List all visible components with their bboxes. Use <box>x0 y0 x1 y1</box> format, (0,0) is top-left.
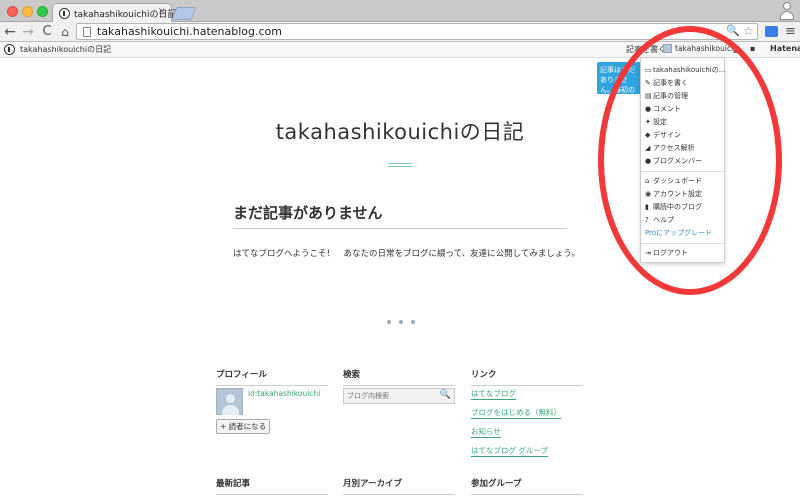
back-button[interactable]: ← <box>2 23 18 41</box>
bookmark-star-icon[interactable]: ☆ <box>743 24 754 38</box>
recent-entries-module: 最新記事 <box>216 477 328 495</box>
home-icon: ⌂ <box>645 177 650 185</box>
menu-item-write[interactable]: ✎ 記事を書く <box>645 78 688 88</box>
header-user-menu[interactable]: takahashikouichi <box>663 44 738 56</box>
groups-module: 参加グループ <box>471 477 583 495</box>
search-icon[interactable]: 🔍 <box>440 390 451 400</box>
logout-icon: ⇥ <box>645 249 651 257</box>
notifications-icon[interactable]: ▪ <box>750 44 755 53</box>
link-item[interactable]: お知らせ <box>471 426 561 438</box>
browser-tab-active[interactable]: takahashikouichiの日記 × <box>52 3 176 23</box>
bookmark-icon: ▮ <box>645 203 649 211</box>
window-minimize-button[interactable] <box>22 6 33 17</box>
menu-item-logout[interactable]: ⇥ ログアウト <box>645 248 688 258</box>
hatena-favicon-icon <box>59 8 70 19</box>
header-username: takahashikouichi <box>675 44 738 53</box>
services-grid-icon[interactable]: ▦ <box>733 45 741 54</box>
comment-icon: ● <box>645 105 652 113</box>
search-module: 検索 🔍 <box>343 368 455 428</box>
chart-icon: ◢ <box>645 144 651 152</box>
subscribe-button[interactable]: + 読者になる <box>216 419 271 434</box>
forward-button[interactable]: → <box>20 23 36 41</box>
menu-item-account[interactable]: ◉ アカウント設定 <box>645 189 702 199</box>
document-icon: ▤ <box>645 92 652 100</box>
profile-module: プロフィール id:takahashikouichi + 読者になる <box>216 368 328 438</box>
menu-item-blog[interactable]: ▭takahashikouichiの... <box>645 65 725 75</box>
profile-avatar[interactable] <box>216 388 243 415</box>
welcome-message: はてなブログへようこそ！ あなたの日常をブログに綴って、友達に公開してみましょう… <box>233 249 580 259</box>
browser-toolbar: ← → C ⌂ takahashikouichi.hatenablog.com … <box>0 22 800 42</box>
section-dots-divider <box>387 320 417 326</box>
first-post-tooltip[interactable]: 記事はまだありません。最初の記事を書いてみましょう <box>597 62 643 94</box>
menu-item-subscriptions[interactable]: ▮ 購読中のブログ <box>645 202 702 212</box>
links-module: リンク はてなブログ ブログをはじめる（無料） お知らせ はてなブログ グループ <box>471 368 583 458</box>
menu-item-manage[interactable]: ▤記事の管理 <box>645 91 688 101</box>
reload-button[interactable]: C <box>39 23 55 41</box>
help-icon: ? <box>645 216 649 224</box>
menu-item-upgrade-pro[interactable]: Proにアップグレード <box>645 228 712 238</box>
archive-module: 月別アーカイブ <box>343 477 455 495</box>
page-icon <box>83 27 91 37</box>
menu-item-design[interactable]: ◆ デザイン <box>645 130 681 140</box>
no-entries-heading: まだ記事がありません <box>233 204 383 222</box>
profile-id-link[interactable]: id:takahashikouichi <box>248 389 320 398</box>
zoom-icon[interactable]: 🔍 <box>726 24 740 37</box>
url-text[interactable]: takahashikouichi.hatenablog.com <box>97 25 282 38</box>
link-item[interactable]: はてなブログ グループ <box>471 445 561 457</box>
menu-item-members[interactable]: ● ブログメンバー <box>645 156 702 166</box>
links-heading: リンク <box>471 368 583 386</box>
header-blog-name[interactable]: takahashikouichiの日記 <box>20 44 111 55</box>
recent-entries-heading: 最新記事 <box>216 477 328 495</box>
new-tab-button[interactable] <box>171 7 197 20</box>
title-divider <box>388 163 412 167</box>
hatena-brand-link[interactable]: Hatena <box>770 44 800 53</box>
menu-item-analytics[interactable]: ◢ アクセス解析 <box>645 143 695 153</box>
menu-item-dashboard[interactable]: ⌂ ダッシュボード <box>645 176 702 186</box>
home-button[interactable]: ⌂ <box>57 23 73 41</box>
wrench-icon: ✦ <box>645 118 651 126</box>
entry-divider <box>233 228 567 229</box>
account-icon: ◉ <box>645 190 652 198</box>
members-icon: ● <box>645 157 652 165</box>
window-close-button[interactable] <box>7 6 18 17</box>
user-dropdown-menu: ▭takahashikouichiの... ✎ 記事を書く ▤記事の管理 ● コメン… <box>640 57 726 263</box>
hatena-logo-icon[interactable] <box>4 44 15 55</box>
menu-separator <box>641 243 726 244</box>
user-avatar <box>663 44 672 53</box>
groups-heading: 参加グループ <box>471 477 583 495</box>
tab-close-icon[interactable]: × <box>158 6 166 17</box>
extension-chat-icon[interactable] <box>765 26 778 37</box>
menu-item-settings[interactable]: ✦ 設定 <box>645 117 667 127</box>
header-write-link[interactable]: 記事を書く <box>626 44 666 55</box>
profile-heading: プロフィール <box>216 368 328 386</box>
link-item[interactable]: ブログをはじめる（無料） <box>471 407 561 419</box>
browser-tab-strip: takahashikouichiの日記 × <box>0 0 800 23</box>
edit-icon: ✎ <box>645 79 651 87</box>
menu-separator <box>641 171 726 172</box>
blog-search-input[interactable] <box>344 389 440 403</box>
search-heading: 検索 <box>343 368 455 386</box>
link-item[interactable]: はてなブログ <box>471 388 561 400</box>
hatena-global-header: takahashikouichiの日記 記事を書く takahashikouic… <box>0 42 800 58</box>
palette-icon: ◆ <box>645 131 651 139</box>
address-bar[interactable]: takahashikouichi.hatenablog.com 🔍 ☆ <box>76 23 758 40</box>
browser-profile-icon[interactable] <box>778 0 796 21</box>
menu-item-help[interactable]: ? ヘルプ <box>645 215 674 225</box>
blog-icon: ▭ <box>645 66 652 74</box>
archive-heading: 月別アーカイブ <box>343 477 455 495</box>
blog-search-form: 🔍 <box>343 388 455 404</box>
window-maximize-button[interactable] <box>37 6 48 17</box>
menu-item-comments[interactable]: ● コメント <box>645 104 681 114</box>
browser-menu-icon[interactable]: ≡ <box>785 25 796 38</box>
